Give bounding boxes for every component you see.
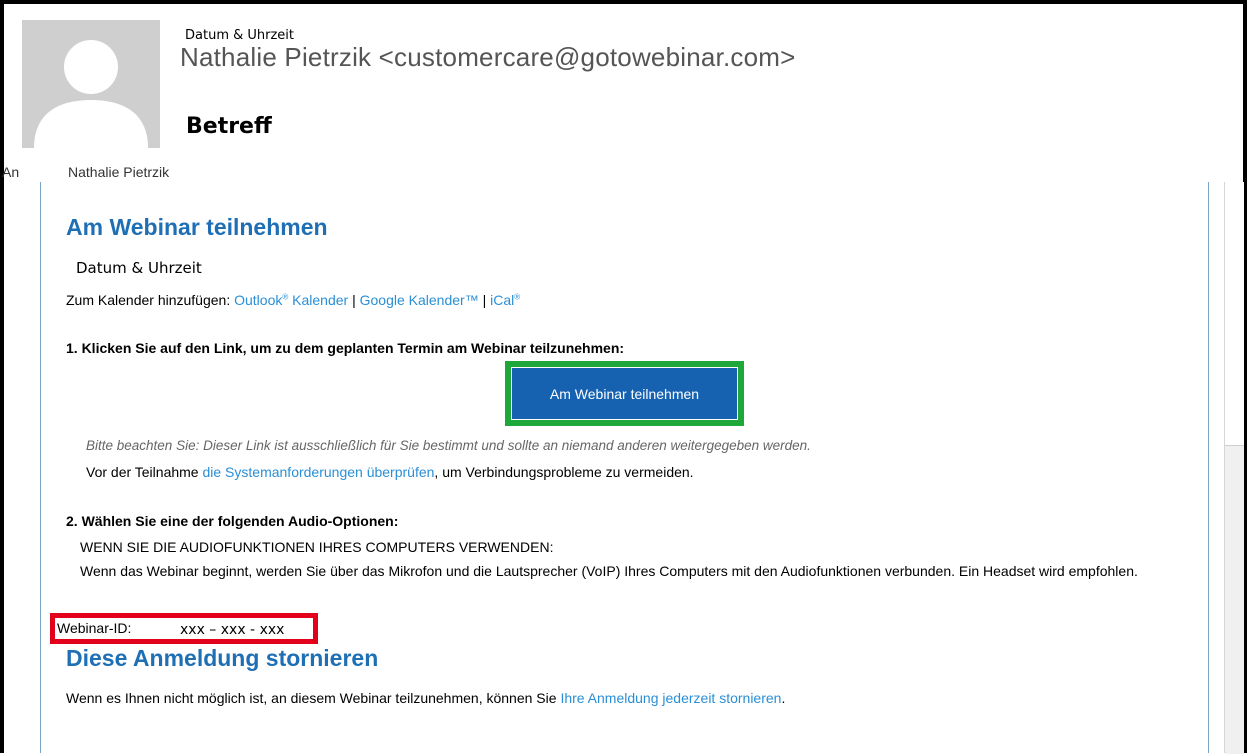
requirements-prefix: Vor der Teilnahme <box>86 464 203 480</box>
outlook-suffix: Kalender <box>288 292 349 308</box>
cancel-heading: Diese Anmeldung stornieren <box>66 645 379 671</box>
cancel-suffix: . <box>781 690 786 706</box>
date-time: Datum & Uhrzeit <box>76 259 202 277</box>
join-heading: Am Webinar teilnehmen <box>66 214 328 240</box>
system-requirements-link[interactable]: die Systemanforderungen überprüfen <box>202 464 434 480</box>
cancel-registration-link[interactable]: Ihre Anmeldung jederzeit stornieren <box>560 690 781 706</box>
registered-mark: ® <box>514 292 521 302</box>
subject: Betreff <box>186 114 272 139</box>
audio-description: Wenn das Webinar beginnt, werden Sie übe… <box>80 563 1138 579</box>
step-2-text: 2. Wählen Sie eine der folgenden Audio-O… <box>66 513 399 529</box>
ical-label: iCal <box>490 292 515 308</box>
cancel-prefix: Wenn es Ihnen nicht möglich ist, an dies… <box>66 690 561 706</box>
to-label: An <box>2 164 20 180</box>
ical-link[interactable]: iCal® <box>490 292 520 308</box>
recipient-name: Nathalie Pietrzik <box>68 164 170 180</box>
outlook-calendar-link[interactable]: Outlook® Kalender <box>234 292 348 308</box>
audio-heading: WENN SIE DIE AUDIOFUNKTIONEN IHRES COMPU… <box>80 539 554 555</box>
outlook-label: Outlook <box>234 292 283 308</box>
google-calendar-link[interactable]: Google Kalender™ <box>360 292 479 308</box>
body-left-border <box>40 182 41 753</box>
scrollbar-track[interactable] <box>1225 445 1244 754</box>
step-1-text: 1. Klicken Sie auf den Link, um zu dem g… <box>66 340 625 356</box>
body-right-border <box>1208 182 1209 753</box>
separator: | <box>478 292 491 308</box>
person-icon <box>22 20 160 148</box>
requirements-text: Vor der Teilnahme die Systemanforderunge… <box>86 464 694 480</box>
scrollbar[interactable] <box>1224 182 1244 754</box>
avatar <box>22 20 160 148</box>
separator: | <box>348 292 360 308</box>
header-date-time: Datum & Uhrzeit <box>185 28 295 43</box>
webinar-id-value: xxx – xxx - xxx <box>180 622 285 638</box>
link-note: Bitte beachten Sie: Dieser Link ist auss… <box>86 438 811 453</box>
calendar-prefix: Zum Kalender hinzufügen: <box>66 292 235 308</box>
requirements-suffix: , um Verbindungsprobleme zu vermeiden. <box>434 464 694 480</box>
sender: Nathalie Pietrzik <customercare@gotowebi… <box>180 42 796 72</box>
join-webinar-button[interactable]: Am Webinar teilnehmen <box>512 368 737 419</box>
webinar-id-label: Webinar-ID: <box>57 620 132 636</box>
calendar-links: Zum Kalender hinzufügen: Outlook® Kalend… <box>66 292 520 308</box>
cancel-text: Wenn es Ihnen nicht möglich ist, an dies… <box>66 690 785 706</box>
